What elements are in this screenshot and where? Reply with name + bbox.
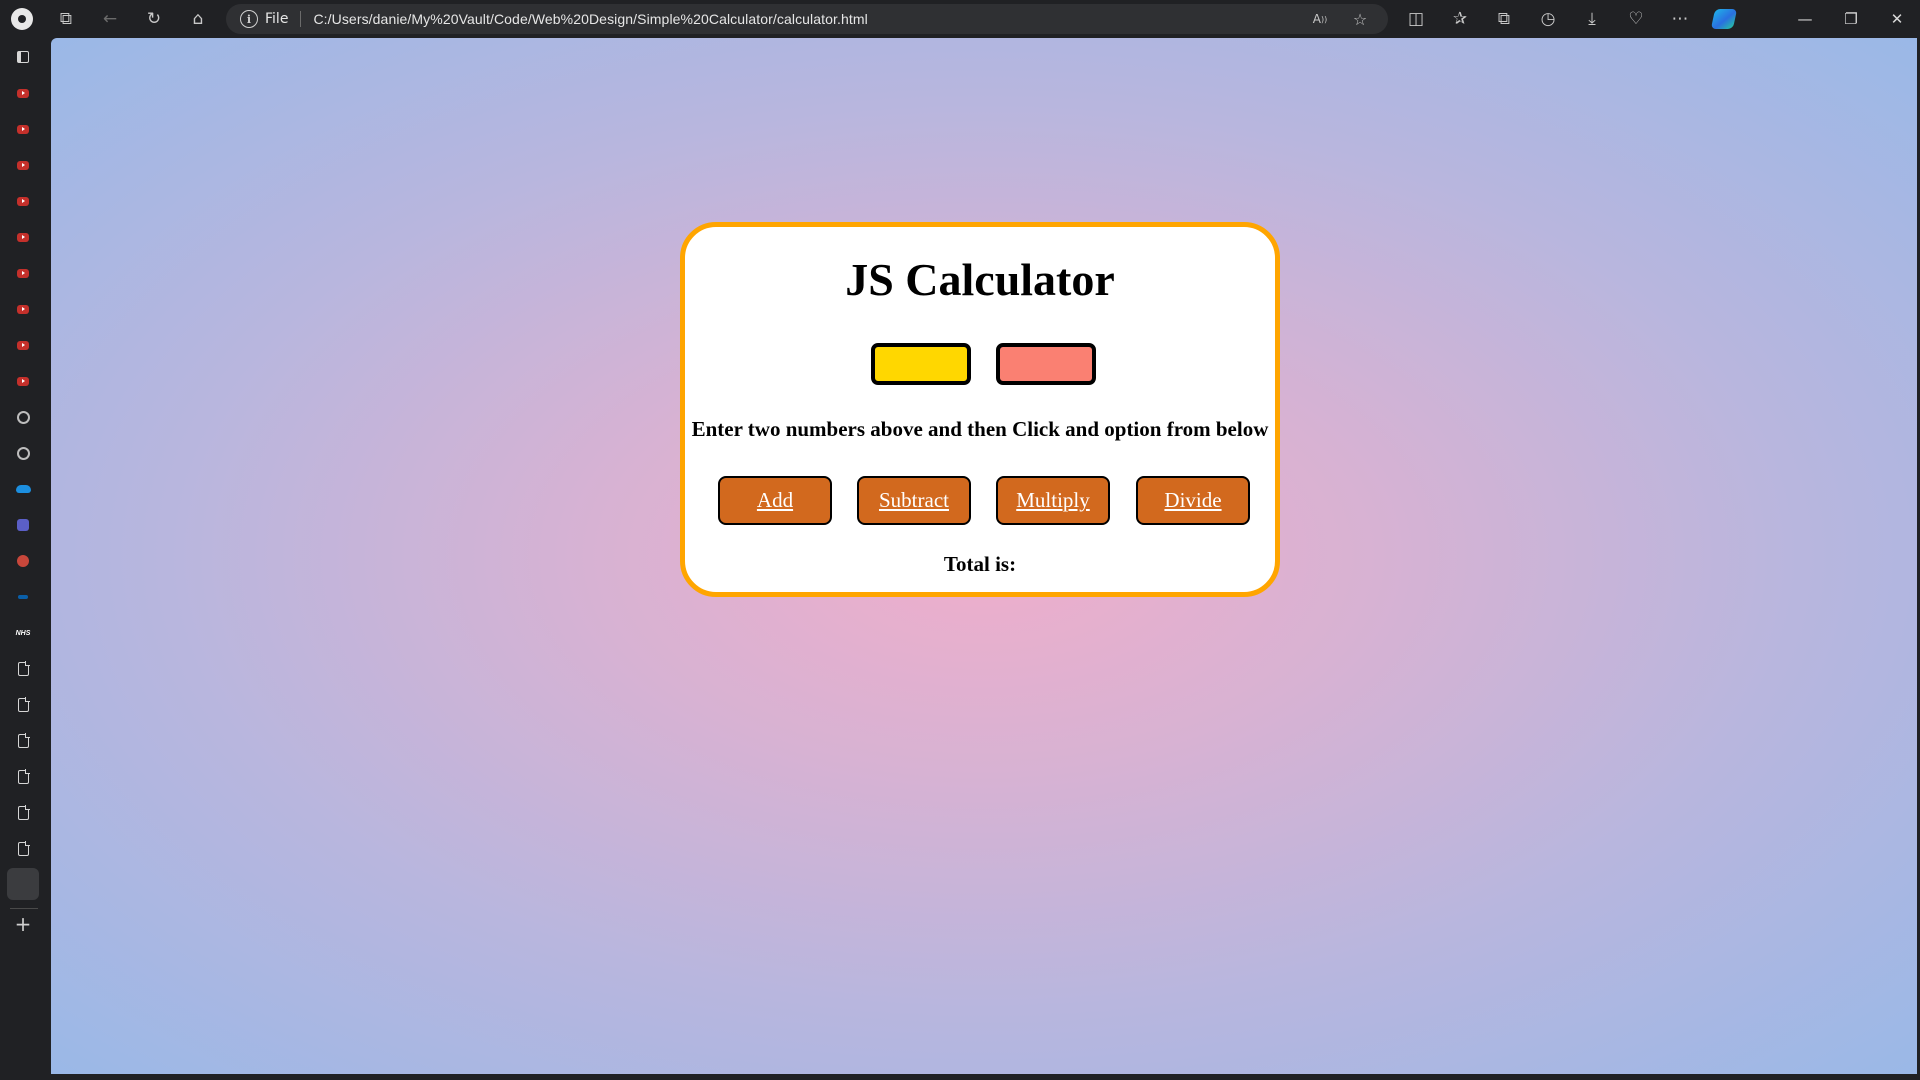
sidebar-tab-12[interactable] [12, 478, 34, 500]
youtube-icon [17, 160, 29, 170]
youtube-icon [17, 304, 29, 314]
profile-icon[interactable] [0, 0, 44, 38]
favorites-icon[interactable]: ✰ [1438, 0, 1482, 38]
subtract-button[interactable]: Subtract [857, 476, 971, 525]
second-number-input[interactable] [996, 343, 1096, 385]
refresh-icon[interactable]: ↻ [132, 0, 176, 38]
sidebar-tab-2[interactable] [12, 118, 34, 140]
sidebar-tab-5[interactable] [12, 226, 34, 248]
info-icon[interactable]: i [240, 10, 258, 28]
sidebar-tab-7[interactable] [12, 298, 34, 320]
sidebar-tab-17[interactable] [12, 658, 34, 680]
workspaces-icon[interactable]: ⧉ [44, 0, 88, 38]
sidebar-tab-1[interactable] [12, 82, 34, 104]
sidebar-tab-18[interactable] [12, 694, 34, 716]
read-aloud-icon[interactable]: A)) [1300, 4, 1340, 34]
sidebar-tab-21[interactable] [12, 802, 34, 824]
sidebar-divider [10, 908, 38, 909]
sidebar-tab-22[interactable] [12, 838, 34, 860]
youtube-icon [17, 124, 29, 134]
youtube-icon [17, 376, 29, 386]
youtube-icon [17, 340, 29, 350]
minimize-icon[interactable]: — [1782, 0, 1828, 38]
youtube-icon [17, 268, 29, 278]
sidebar-tab-13[interactable] [12, 514, 34, 536]
copilot-icon[interactable] [1702, 0, 1746, 38]
sidebar-tab-10[interactable] [12, 406, 34, 428]
back-icon[interactable]: ← [88, 0, 132, 38]
tab-actions-icon[interactable] [12, 46, 34, 68]
link-icon [18, 595, 28, 599]
total-label: Total is: [943, 552, 1017, 576]
calculator-card: JS Calculator Enter two numbers above an… [680, 222, 1280, 597]
sidebar-tab-16[interactable]: NHS [12, 622, 34, 644]
powerpoint-icon [17, 555, 29, 567]
collections-icon[interactable]: ⧉ [1482, 0, 1526, 38]
active-tab-highlight [7, 868, 39, 900]
document-icon [17, 841, 30, 856]
sidebar-tab-8[interactable] [12, 334, 34, 356]
close-icon[interactable]: ✕ [1874, 0, 1920, 38]
sidebar-tab-9[interactable] [12, 370, 34, 392]
history-icon[interactable]: ◷ [1526, 0, 1570, 38]
sidebar-tab-15[interactable] [12, 586, 34, 608]
more-menu-icon[interactable]: ⋯ [1658, 0, 1702, 38]
home-icon[interactable]: ⌂ [176, 0, 220, 38]
downloads-icon[interactable]: ⤓ [1570, 0, 1614, 38]
nhs-icon: NHS [15, 629, 31, 637]
document-icon [17, 661, 30, 676]
youtube-icon [17, 88, 29, 98]
vertical-tab-sidebar: + NHS [0, 38, 51, 1080]
onedrive-icon [15, 485, 31, 493]
github-icon [16, 410, 30, 424]
github-icon [16, 446, 30, 460]
address-url[interactable]: C:/Users/danie/My%20Vault/Code/Web%20Des… [313, 11, 867, 27]
sidebar-tab-20[interactable] [12, 766, 34, 788]
browser-toolbar: ⧉ ← ↻ ⌂ i File C:/Users/danie/My%20Vault… [0, 0, 1920, 38]
first-number-input[interactable] [871, 343, 971, 385]
split-screen-icon[interactable]: ◫ [1394, 0, 1438, 38]
document-icon [17, 769, 30, 784]
favorite-star-icon[interactable]: ☆ [1340, 4, 1380, 34]
youtube-icon [17, 232, 29, 242]
new-tab-icon[interactable]: + [12, 912, 34, 936]
address-bar[interactable]: i File C:/Users/danie/My%20Vault/Code/We… [226, 4, 1388, 34]
sidebar-tab-3[interactable] [12, 154, 34, 176]
document-icon [17, 805, 30, 820]
sidebar-tab-14[interactable] [12, 550, 34, 572]
performance-icon[interactable]: ♡ [1614, 0, 1658, 38]
divide-button[interactable]: Divide [1136, 476, 1250, 525]
multiply-button[interactable]: Multiply [996, 476, 1110, 525]
teams-icon [17, 519, 29, 531]
sidebar-tab-19[interactable] [12, 730, 34, 752]
instructions-text: Enter two numbers above and then Click a… [691, 417, 1269, 441]
document-icon [17, 733, 30, 748]
youtube-icon [17, 196, 29, 206]
add-button[interactable]: Add [718, 476, 832, 525]
sidebar-tab-6[interactable] [12, 262, 34, 284]
sidebar-tab-4[interactable] [12, 190, 34, 212]
sidebar-tab-11[interactable] [12, 442, 34, 464]
window-bottom-edge [51, 1074, 1920, 1080]
restore-icon[interactable]: ❐ [1828, 0, 1874, 38]
page-title: JS Calculator [845, 254, 1115, 305]
document-icon [17, 697, 30, 712]
address-scheme: File [265, 11, 302, 27]
page-viewport: JS Calculator Enter two numbers above an… [51, 38, 1917, 1074]
